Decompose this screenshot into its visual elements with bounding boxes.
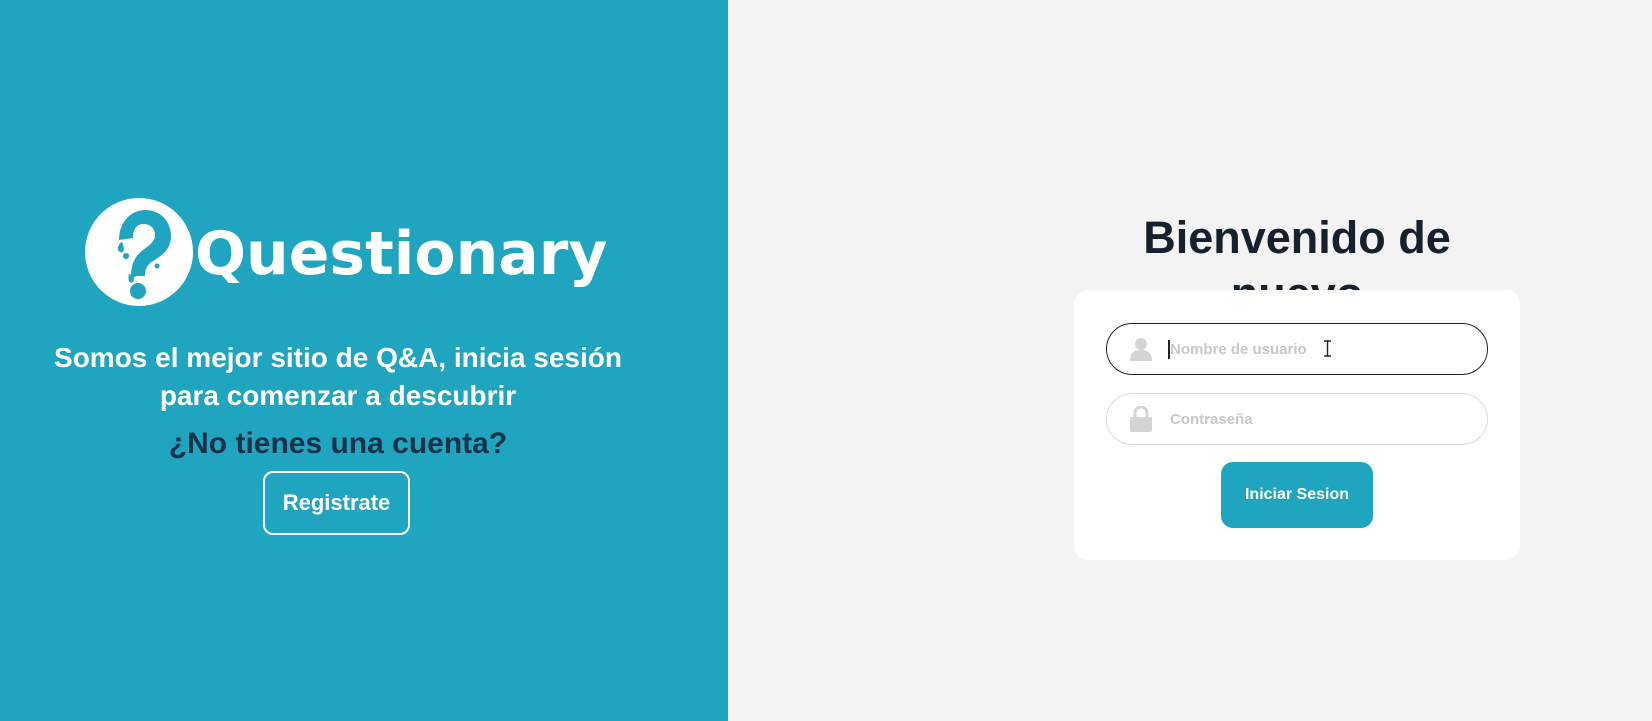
- question-mark-icon: [85, 198, 193, 306]
- ibeam-cursor-icon: [1323, 340, 1332, 362]
- lock-icon: [1130, 406, 1152, 432]
- login-button[interactable]: Iniciar Sesion: [1221, 462, 1373, 528]
- login-page: Questionary Somos el mejor sitio de Q&A,…: [0, 0, 1652, 721]
- tagline-line-1: Somos el mejor sitio de Q&A, inicia sesi…: [54, 342, 622, 373]
- brand-name: Questionary: [195, 219, 608, 289]
- tagline-line-2: para comenzar a descubrir: [159, 380, 517, 411]
- login-panel: Bienvenido de nuevo: [728, 0, 1652, 721]
- username-input[interactable]: [1170, 340, 1470, 358]
- text-caret: [1168, 340, 1170, 359]
- password-input[interactable]: [1170, 410, 1470, 428]
- user-icon: [1130, 336, 1152, 362]
- register-button[interactable]: Registrate: [263, 471, 410, 535]
- no-account-question: ¿No tienes una cuenta?: [168, 427, 508, 460]
- brand-panel: Questionary Somos el mejor sitio de Q&A,…: [0, 0, 728, 721]
- password-field[interactable]: [1106, 393, 1488, 445]
- username-field[interactable]: [1106, 323, 1488, 375]
- brand-logo: Questionary: [85, 198, 608, 306]
- tagline: Somos el mejor sitio de Q&A, inicia sesi…: [0, 339, 676, 415]
- login-form: Iniciar Sesion: [1074, 290, 1520, 560]
